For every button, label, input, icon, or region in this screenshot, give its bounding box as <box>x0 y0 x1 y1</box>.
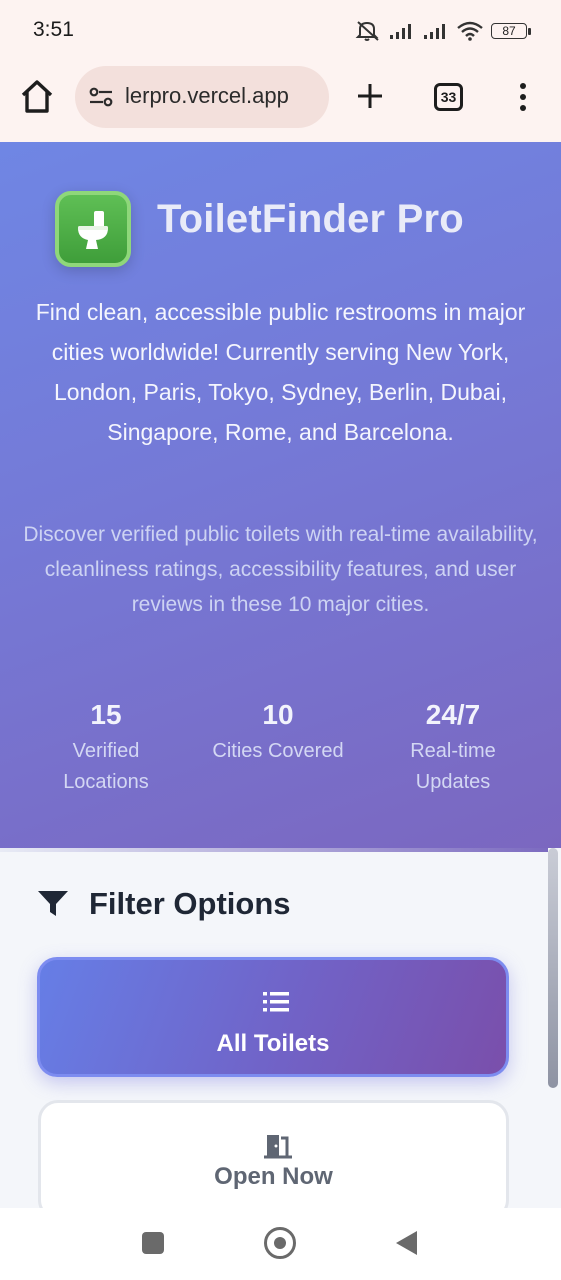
hero-subtext: Discover verified public toilets with re… <box>23 523 538 616</box>
stat-label: Verified Locations <box>63 740 149 793</box>
app-title: ToiletFinder Pro <box>157 197 464 241</box>
more-vert-icon[interactable] <box>516 82 530 112</box>
list-icon <box>263 992 289 1012</box>
status-time: 3:51 <box>33 18 74 41</box>
filter-open-now-button[interactable]: Open Now <box>38 1100 509 1208</box>
system-nav-bar <box>0 1208 561 1280</box>
signal-icon <box>424 24 445 39</box>
stat-value: 24/7 <box>425 699 481 730</box>
stat-label: Cities Covered <box>212 740 344 762</box>
status-bar: 3:51 87 <box>0 0 561 60</box>
home-icon[interactable] <box>20 79 54 115</box>
filter-header: Filter Options <box>37 886 291 922</box>
signal-icon <box>390 24 411 39</box>
battery-level: 87 <box>502 24 516 38</box>
wifi-icon <box>457 21 483 41</box>
filter-all-toilets-label: All Toilets <box>216 1030 330 1057</box>
hero-description: Find clean, accessible public restrooms … <box>35 299 526 445</box>
toilet-icon <box>55 191 131 267</box>
filter-open-now-label: Open Now <box>214 1163 333 1190</box>
scrollbar[interactable] <box>548 848 558 1088</box>
tabs-icon[interactable]: 33 <box>434 83 463 111</box>
battery-icon: 87 <box>491 21 531 41</box>
stat-value: 10 <box>262 699 294 730</box>
address-bar[interactable]: lerpro.vercel.app <box>75 66 329 128</box>
site-settings-icon[interactable] <box>89 86 113 108</box>
mute-icon <box>355 21 379 41</box>
status-icons: 87 <box>355 19 531 43</box>
stat-label: Real-time Updates <box>410 740 496 793</box>
back-icon[interactable] <box>396 1231 417 1255</box>
filter-title: Filter Options <box>89 886 291 921</box>
filter-section: Filter Options All Toilets Open Now <box>0 848 561 1208</box>
browser-toolbar: lerpro.vercel.app 33 <box>0 60 561 142</box>
filter-icon <box>38 891 68 916</box>
door-open-icon <box>264 1135 292 1159</box>
plus-icon[interactable] <box>356 82 384 110</box>
stat-value: 15 <box>90 699 122 730</box>
recents-icon[interactable] <box>142 1232 164 1254</box>
filter-all-toilets-button[interactable]: All Toilets <box>37 957 509 1077</box>
url-text: lerpro.vercel.app <box>125 83 289 108</box>
stat-verified-locations: 15 Verified Locations <box>36 698 176 798</box>
home-circle-icon[interactable] <box>264 1227 296 1259</box>
stat-cities-covered: 10 Cities Covered <box>208 698 348 767</box>
stat-real-time-updates: 24/7 Real-time Updates <box>383 698 523 798</box>
hero-section: ToiletFinder Pro Find clean, accessible … <box>0 142 561 848</box>
